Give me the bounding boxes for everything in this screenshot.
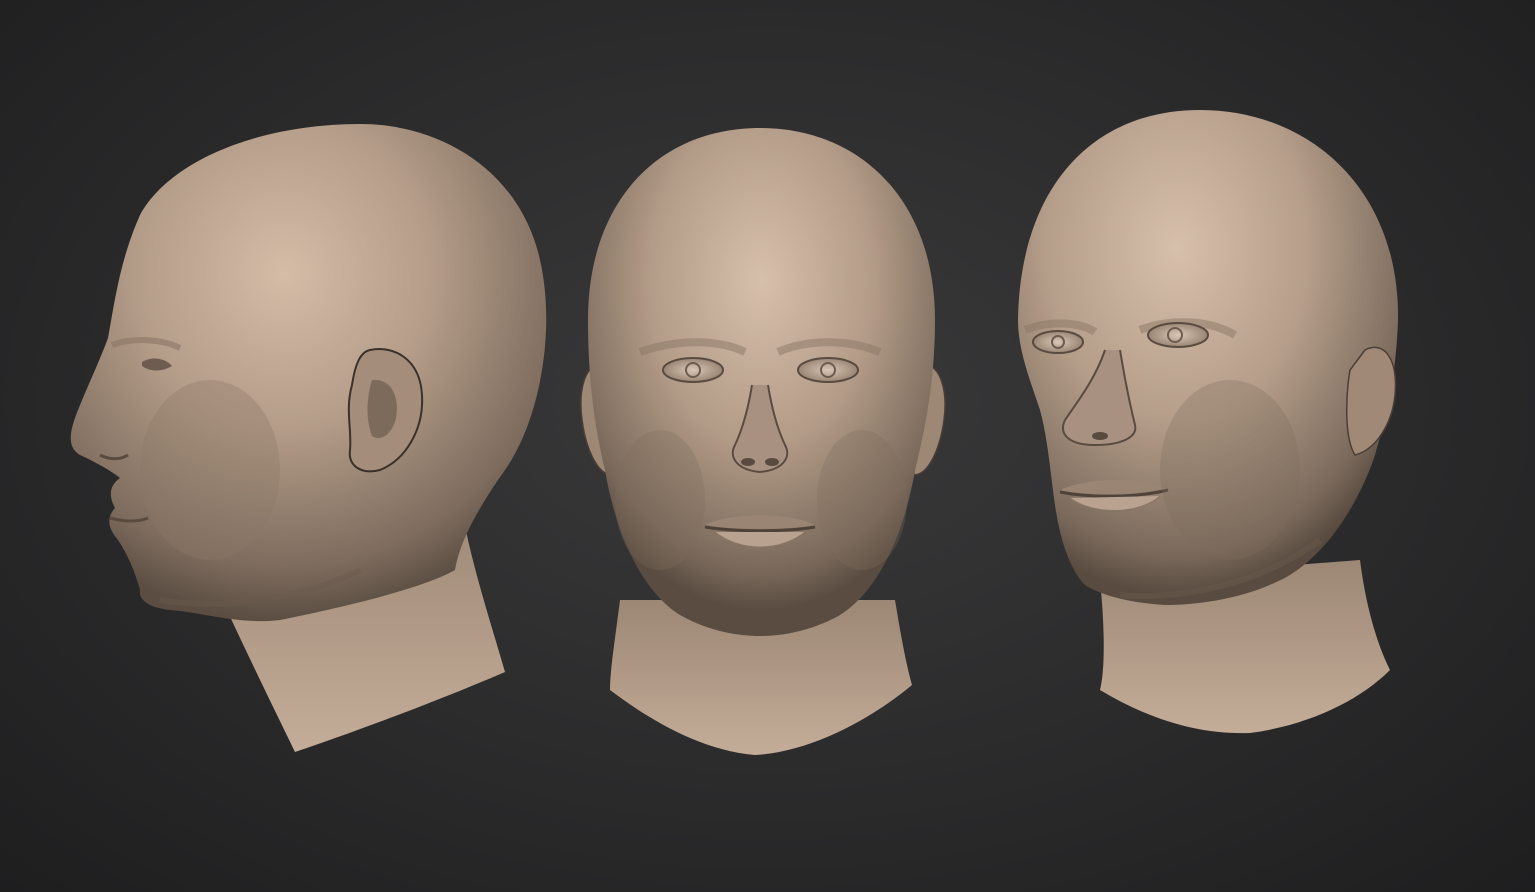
tq-eye-left xyxy=(1032,330,1084,354)
front-nostril-right xyxy=(765,458,779,466)
render-viewport xyxy=(0,0,1535,892)
front-cheek-left-shade xyxy=(615,430,705,570)
profile-cheek-shade xyxy=(140,380,280,560)
front-eye-right xyxy=(797,357,859,383)
tq-eye-right xyxy=(1147,322,1209,348)
front-eye-left xyxy=(662,357,724,383)
front-cheek-right-shade xyxy=(817,430,907,570)
head-front-view xyxy=(580,128,946,755)
tq-nostril xyxy=(1092,432,1108,440)
tq-cheek-shade xyxy=(1160,380,1300,560)
sculpt-render xyxy=(70,110,1399,755)
profile-head-shape xyxy=(70,124,547,622)
head-profile-view xyxy=(70,124,547,752)
head-three-quarter-view xyxy=(1018,110,1399,734)
tq-ear xyxy=(1345,346,1397,456)
front-nostril-left xyxy=(741,458,755,466)
